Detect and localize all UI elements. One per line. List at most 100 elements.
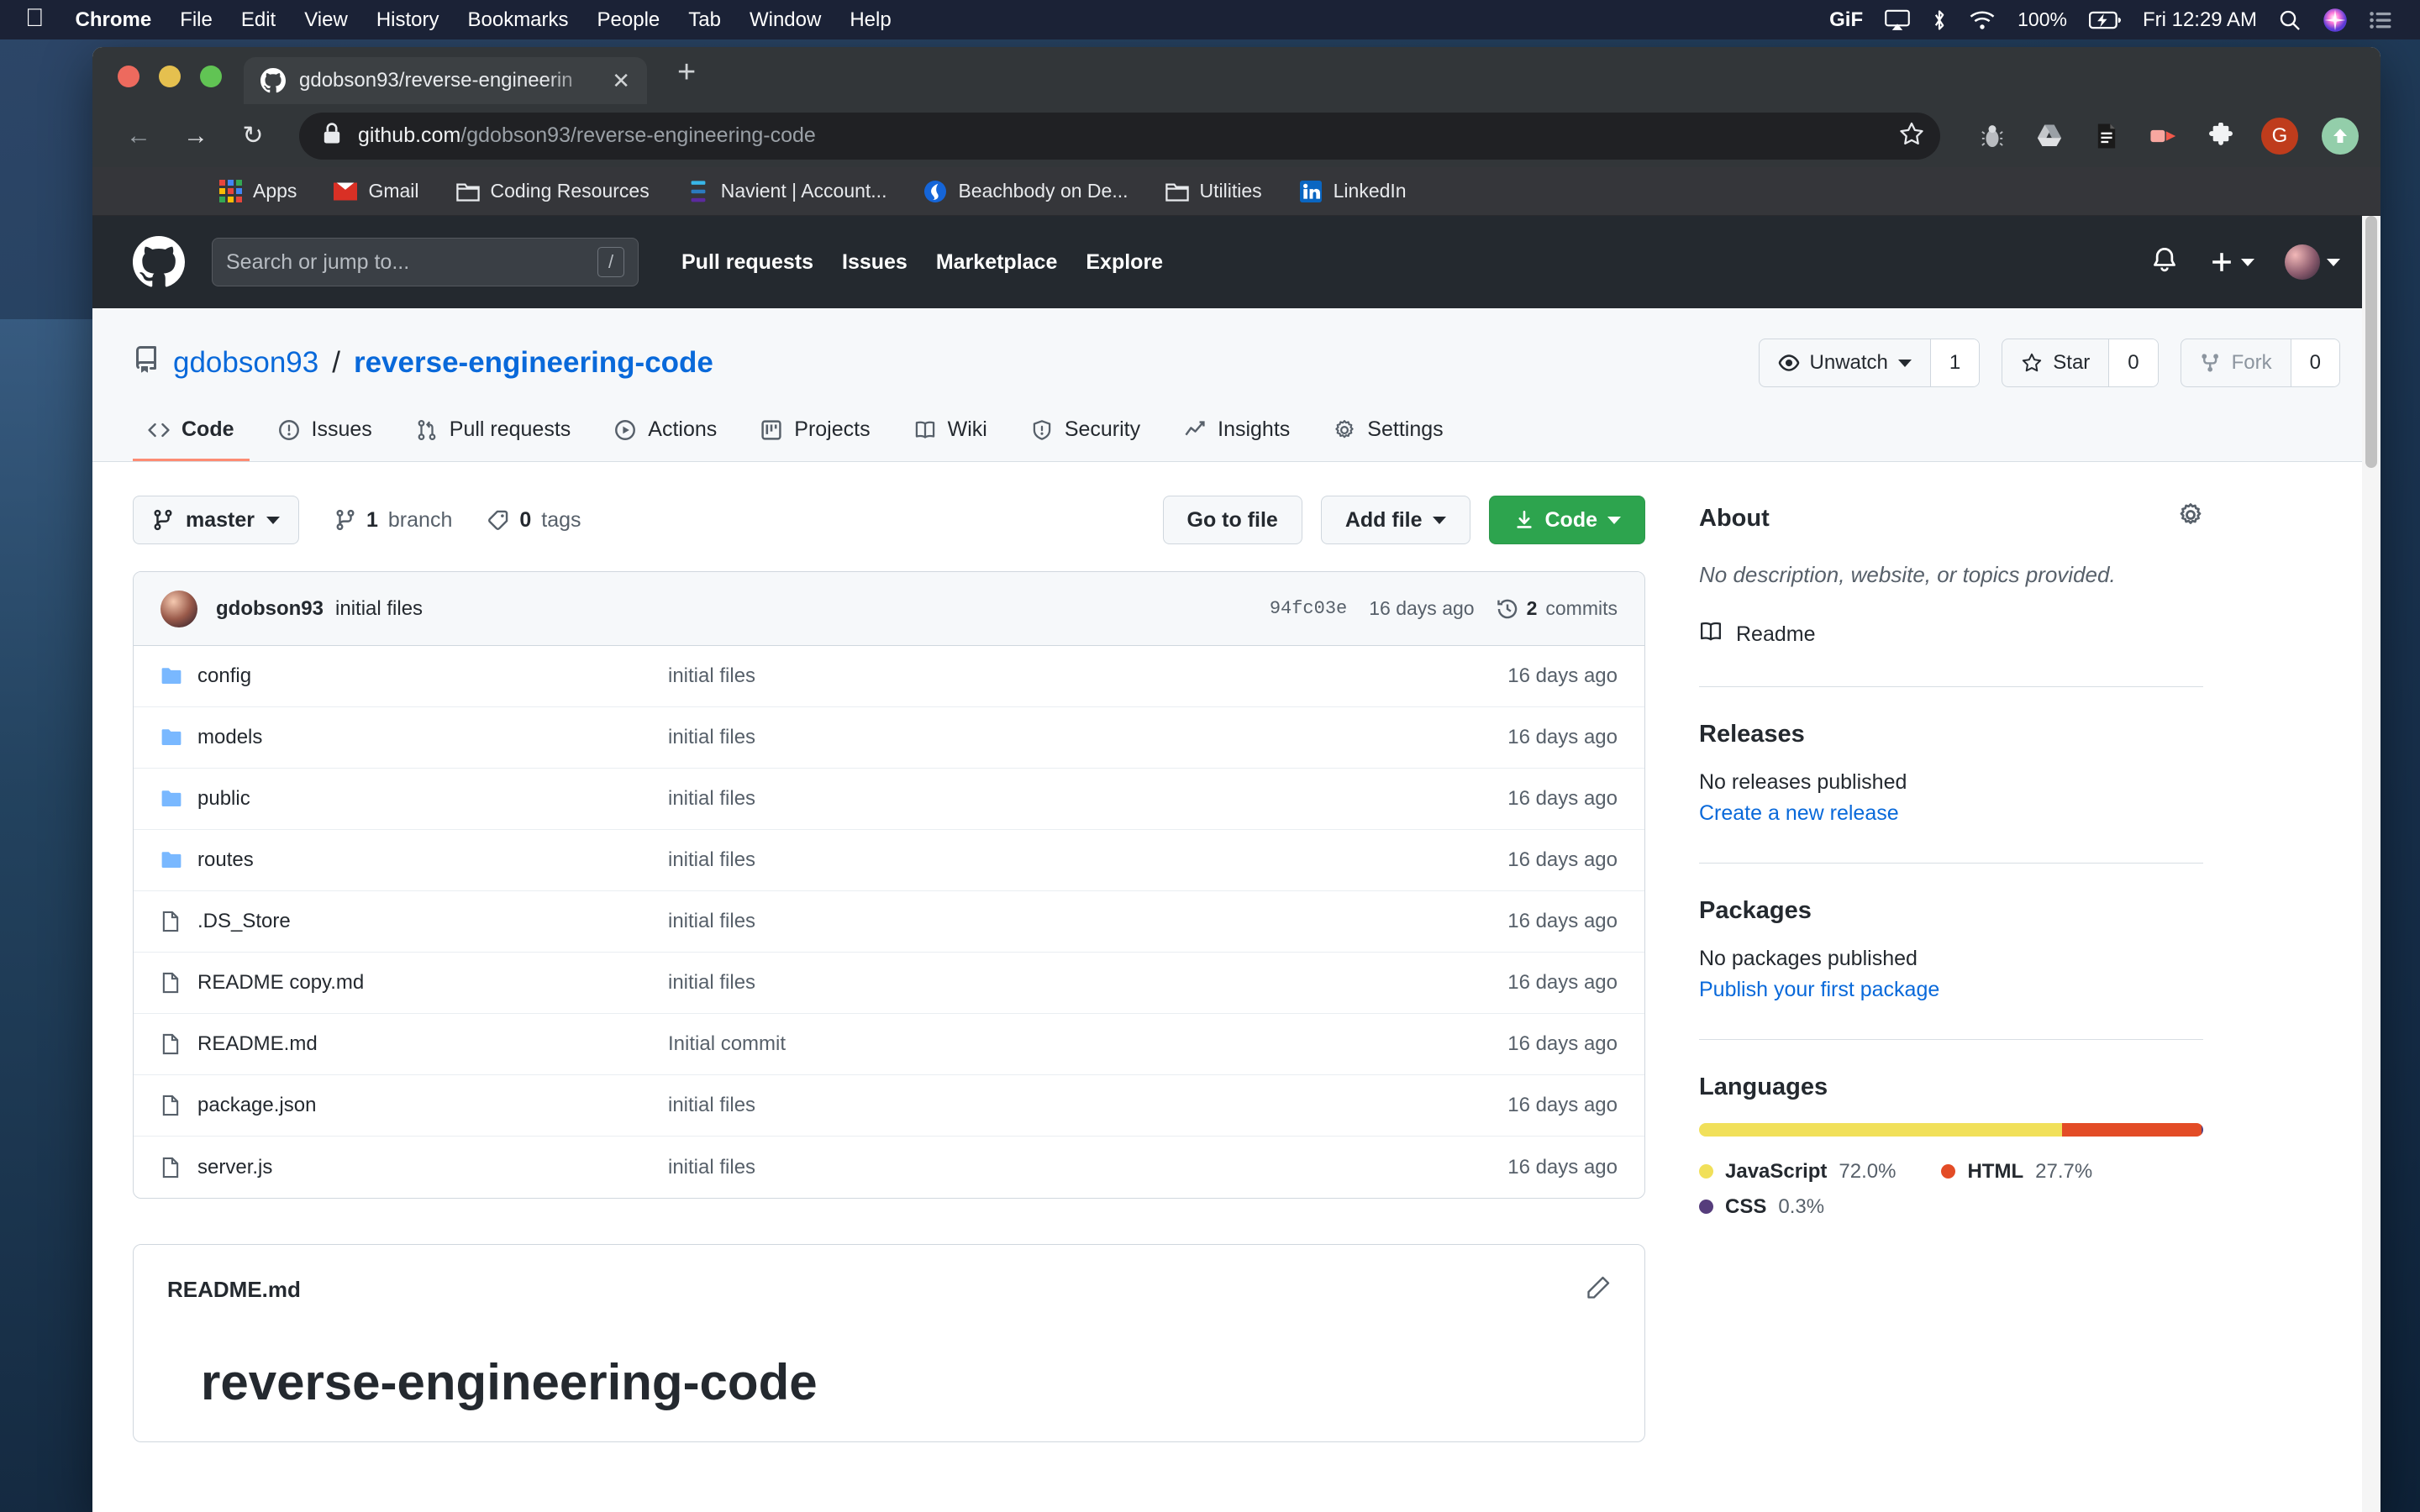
tab-security[interactable]: Security	[1016, 417, 1155, 461]
menu-item-edit[interactable]: Edit	[227, 8, 290, 32]
language-item-javascript[interactable]: JavaScript 72.0%	[1699, 1160, 1896, 1184]
menu-item-history[interactable]: History	[362, 8, 454, 32]
menu-item-chrome[interactable]: Chrome	[61, 8, 166, 32]
bookmark-gmail[interactable]: Gmail	[315, 180, 437, 203]
file-name[interactable]: README copy.md	[197, 971, 668, 995]
menu-item-bookmarks[interactable]: Bookmarks	[453, 8, 582, 32]
unwatch-button[interactable]: Unwatch	[1760, 339, 1930, 386]
address-bar[interactable]: github.com/gdobson93/reverse-engineering…	[299, 112, 1940, 160]
airplay-icon[interactable]	[1885, 9, 1910, 31]
tab-projects[interactable]: Projects	[745, 417, 885, 461]
fork-button[interactable]: Fork	[2181, 339, 2291, 386]
star-button[interactable]: Star	[2002, 339, 2108, 386]
update-chrome-button[interactable]	[2322, 117, 2359, 155]
nav-issues[interactable]: Issues	[828, 250, 922, 275]
bluetooth-icon[interactable]	[1932, 8, 1947, 32]
bookmark-utilities[interactable]: Utilities	[1147, 180, 1281, 203]
tab-settings[interactable]: Settings	[1318, 417, 1458, 461]
commit-sha[interactable]: 94fc03e	[1270, 598, 1347, 619]
spotlight-search-icon[interactable]	[2279, 9, 2301, 31]
language-item-html[interactable]: HTML 27.7%	[1941, 1160, 2092, 1184]
star-count[interactable]: 0	[2108, 339, 2158, 386]
tag-count-link[interactable]: 0 tags	[487, 508, 581, 533]
reload-button[interactable]: ↻	[229, 112, 277, 160]
table-row[interactable]: package.json initial files 16 days ago	[134, 1075, 1644, 1137]
tab-pull-requests[interactable]: Pull requests	[401, 417, 587, 461]
file-name[interactable]: README.md	[197, 1032, 668, 1056]
table-row[interactable]: .DS_Store initial files 16 days ago	[134, 891, 1644, 953]
publish-package-link[interactable]: Publish your first package	[1699, 978, 1939, 1001]
code-download-button[interactable]: Code	[1488, 496, 1645, 544]
bookmark-beachbody[interactable]: Beachbody on De...	[905, 180, 1146, 203]
create-new-menu[interactable]	[2209, 249, 2254, 275]
bookmark-linkedin[interactable]: LinkedIn	[1281, 180, 1425, 203]
commit-message[interactable]: initial files	[335, 597, 423, 621]
watch-button-group[interactable]: Unwatch 1	[1758, 339, 1981, 387]
screen-recorder-icon[interactable]	[2147, 119, 2181, 153]
bookmark-star-icon[interactable]	[1898, 120, 1925, 151]
file-commit-message[interactable]: initial files	[668, 1156, 1507, 1179]
extensions-puzzle-icon[interactable]	[2204, 119, 2238, 153]
file-commit-message[interactable]: initial files	[668, 664, 1507, 688]
apple-menu-icon[interactable]: 	[18, 4, 61, 36]
star-button-group[interactable]: Star 0	[2002, 339, 2159, 387]
profile-avatar-button[interactable]: G	[2261, 117, 2298, 155]
browser-tab[interactable]: gdobson93/reverse-engineerin ✕	[244, 57, 647, 104]
tab-issues[interactable]: Issues	[263, 417, 387, 461]
go-to-file-button[interactable]: Go to file	[1162, 496, 1302, 544]
bookmark-coding-resources[interactable]: Coding Resources	[438, 180, 668, 203]
commit-history-link[interactable]: 2 commits	[1497, 597, 1618, 620]
branch-count-link[interactable]: 1 branch	[334, 508, 452, 533]
gear-icon[interactable]	[2178, 502, 2203, 534]
menu-item-help[interactable]: Help	[835, 8, 905, 32]
menu-item-file[interactable]: File	[166, 8, 227, 32]
file-name[interactable]: .DS_Store	[197, 910, 668, 933]
pencil-icon[interactable]	[1586, 1275, 1611, 1305]
nav-marketplace[interactable]: Marketplace	[922, 250, 1072, 275]
table-row[interactable]: README copy.md initial files 16 days ago	[134, 953, 1644, 1014]
file-name[interactable]: routes	[197, 848, 668, 872]
file-commit-message[interactable]: Initial commit	[668, 1032, 1507, 1056]
bookmark-navient[interactable]: Navient | Account...	[668, 180, 906, 203]
google-drive-icon[interactable]	[2033, 119, 2066, 153]
file-name[interactable]: server.js	[197, 1156, 668, 1179]
github-logo-icon[interactable]	[133, 236, 185, 288]
battery-charging-icon[interactable]	[2088, 11, 2121, 29]
file-name[interactable]: config	[197, 664, 668, 688]
document-extension-icon[interactable]	[2090, 119, 2123, 153]
fork-button-group[interactable]: Fork 0	[2180, 339, 2340, 387]
watch-count[interactable]: 1	[1929, 339, 1980, 386]
forward-button[interactable]: →	[171, 112, 220, 160]
new-tab-button[interactable]: +	[647, 55, 696, 104]
file-name[interactable]: package.json	[197, 1094, 668, 1117]
readme-link[interactable]: Readme	[1699, 620, 2203, 649]
file-name[interactable]: public	[197, 787, 668, 811]
table-row[interactable]: public initial files 16 days ago	[134, 769, 1644, 830]
tab-insights[interactable]: Insights	[1169, 417, 1305, 461]
file-commit-message[interactable]: initial files	[668, 848, 1507, 872]
menu-item-people[interactable]: People	[583, 8, 675, 32]
branch-selector-button[interactable]: master	[133, 496, 299, 544]
table-row[interactable]: server.js initial files 16 days ago	[134, 1137, 1644, 1198]
table-row[interactable]: config initial files 16 days ago	[134, 646, 1644, 707]
back-button[interactable]: ←	[114, 112, 163, 160]
commit-author[interactable]: gdobson93	[216, 597, 324, 621]
bug-extension-icon[interactable]	[1975, 119, 2009, 153]
file-commit-message[interactable]: initial files	[668, 1094, 1507, 1117]
repo-owner-link[interactable]: gdobson93	[173, 346, 318, 380]
close-tab-icon[interactable]: ✕	[612, 70, 630, 92]
bookmark-apps[interactable]: Apps	[200, 180, 315, 203]
menu-item-tab[interactable]: Tab	[674, 8, 735, 32]
table-row[interactable]: routes initial files 16 days ago	[134, 830, 1644, 891]
tab-actions[interactable]: Actions	[599, 417, 732, 461]
user-account-menu[interactable]	[2285, 244, 2340, 280]
control-center-icon[interactable]	[2370, 10, 2393, 30]
repo-name-link[interactable]: reverse-engineering-code	[354, 346, 713, 380]
minimize-window-button[interactable]	[159, 66, 181, 87]
file-commit-message[interactable]: initial files	[668, 971, 1507, 995]
file-commit-message[interactable]: initial files	[668, 910, 1507, 933]
close-window-button[interactable]	[118, 66, 139, 87]
scrollbar-thumb[interactable]	[2365, 216, 2377, 468]
tab-code[interactable]: Code	[133, 417, 250, 461]
fork-count[interactable]: 0	[2290, 339, 2339, 386]
